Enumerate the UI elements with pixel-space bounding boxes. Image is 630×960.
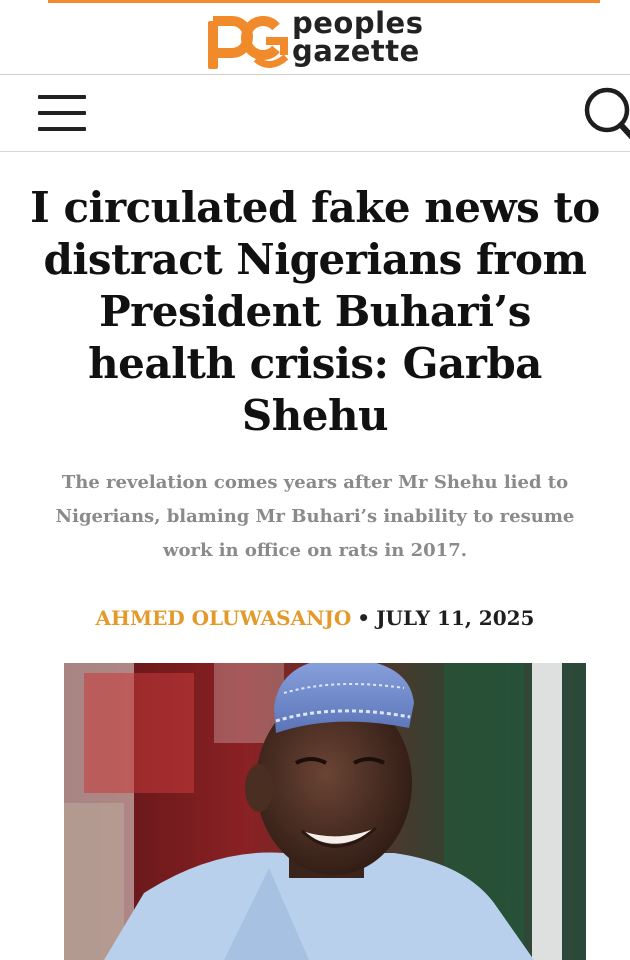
logo-word-gazette: gazette — [292, 34, 420, 68]
logo-mark-icon — [208, 16, 289, 69]
article-byline: AHMED OLUWASANJO • JULY 11, 2025 — [0, 603, 630, 633]
hamburger-menu-icon[interactable] — [36, 93, 88, 133]
author-link[interactable]: AHMED OLUWASANJO — [96, 606, 352, 630]
article-headline: I circulated fake news to distract Niger… — [30, 183, 600, 440]
logo-wordmark: peoples gazette — [292, 6, 424, 68]
publish-date: JULY 11, 2025 — [376, 606, 535, 630]
site-header: peoples gazette — [0, 3, 630, 75]
nav-bar — [0, 75, 630, 152]
search-icon[interactable] — [580, 85, 630, 141]
featured-image — [64, 663, 586, 960]
article-subtitle: The revelation comes years after Mr Sheh… — [55, 472, 575, 561]
logo-word-peoples: peoples — [292, 6, 424, 40]
portrait-photo — [64, 663, 586, 960]
page: peoples gazette I circulated fake news t… — [0, 0, 630, 960]
byline-separator: • — [357, 606, 371, 630]
site-logo[interactable]: peoples gazette — [206, 7, 438, 71]
